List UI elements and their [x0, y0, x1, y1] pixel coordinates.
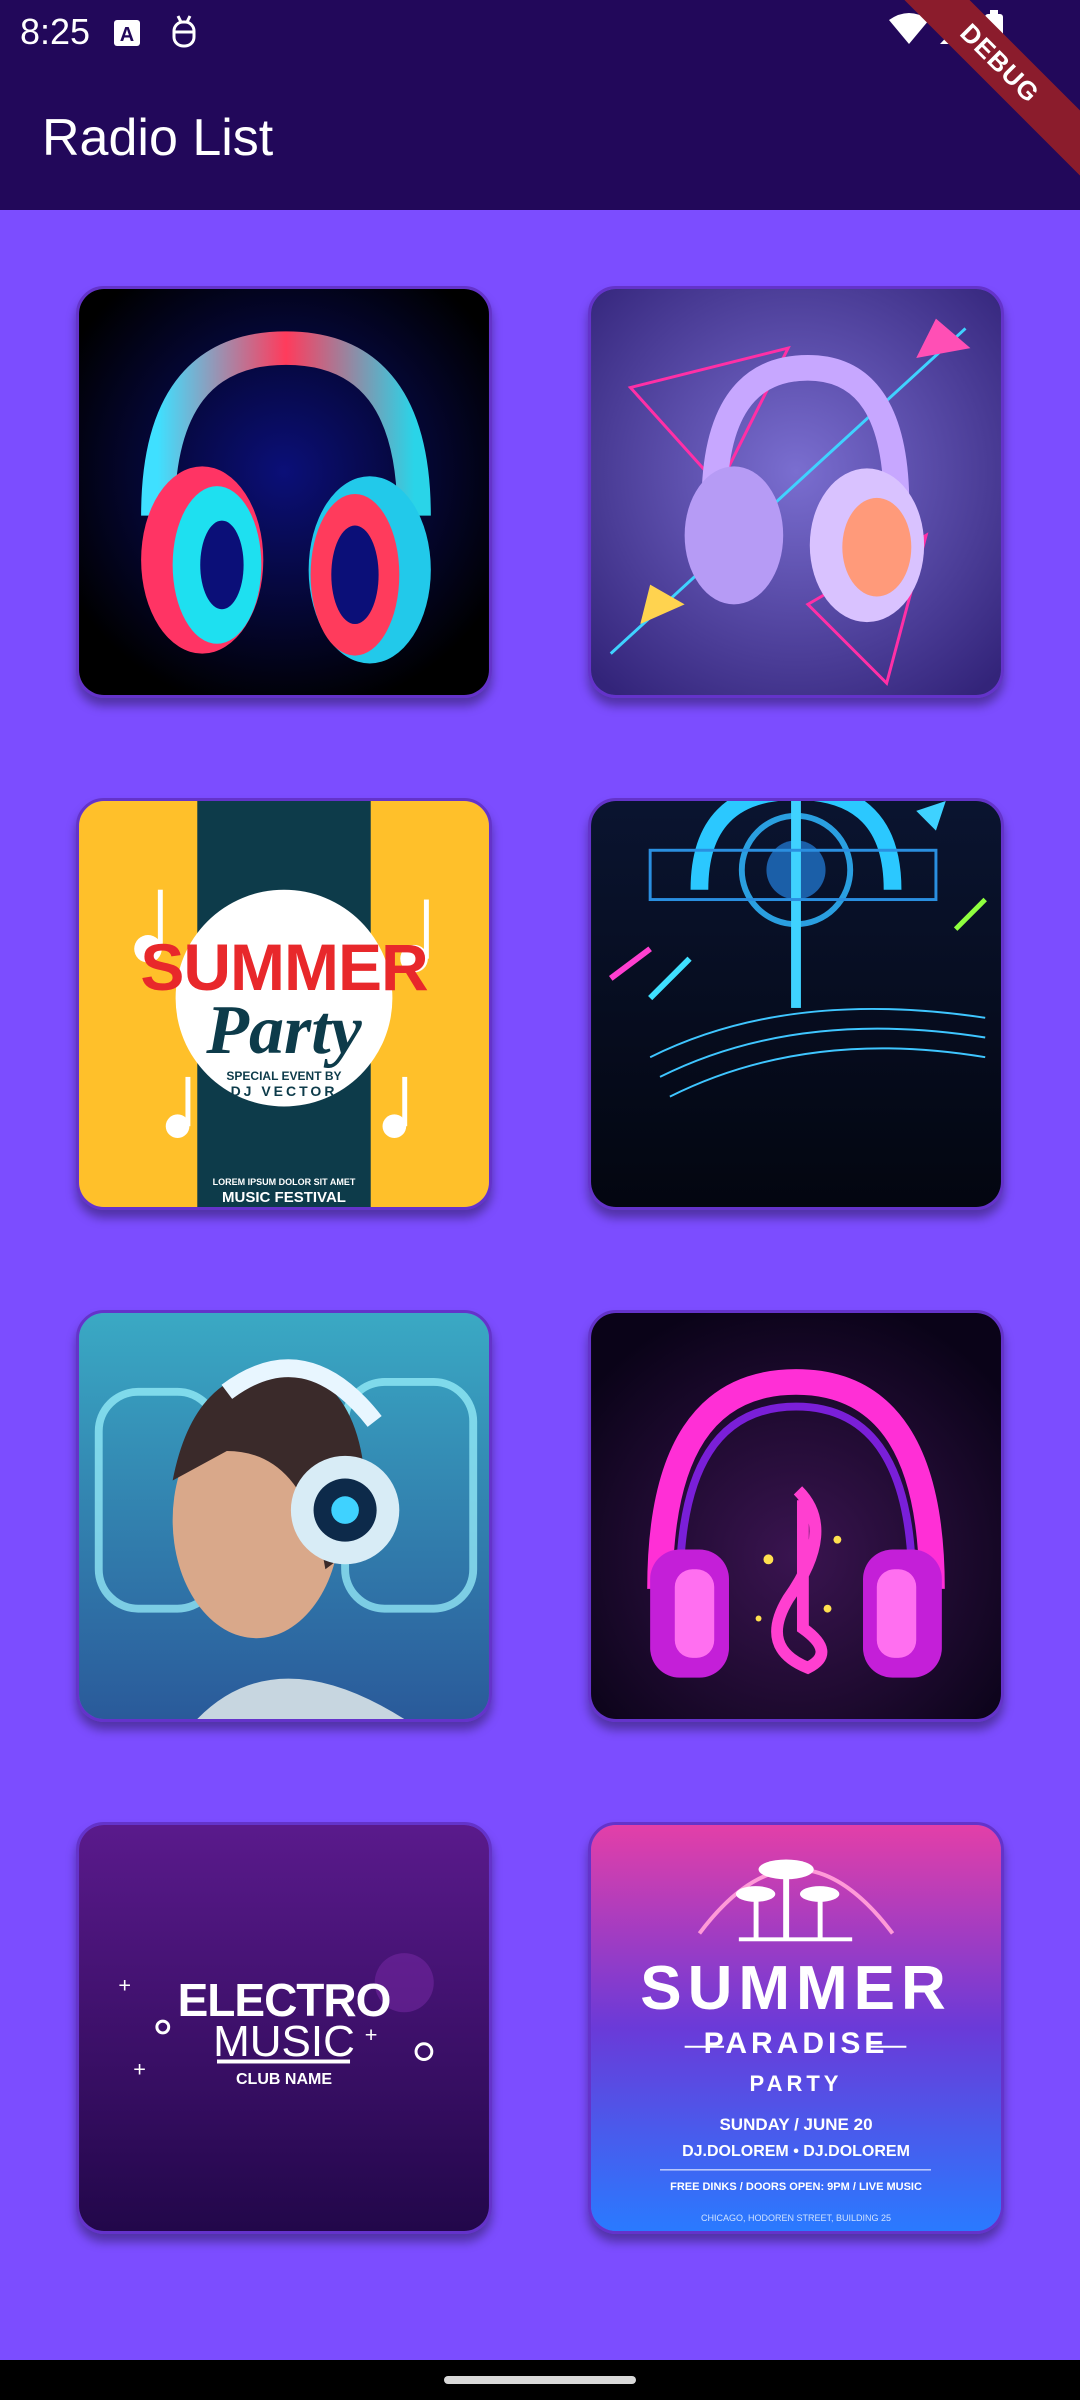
- paradise-info: FREE DINKS / DOORS OPEN: 9PM / LIVE MUSI…: [670, 2181, 922, 2193]
- electro-club-name: CLUB NAME: [236, 2071, 332, 2088]
- paradise-date: SUNDAY / JUNE 20: [719, 2115, 873, 2134]
- station-card-tech-headphones[interactable]: [588, 798, 1004, 1210]
- android-debug-icon: [168, 14, 200, 55]
- paradise-djs: DJ.DOLOREM • DJ.DOLOREM: [682, 2143, 910, 2160]
- summer-party-dj: DJ VECTOR: [230, 1083, 338, 1099]
- station-card-electro-music[interactable]: + + + ELECTRO MUSIC CLUB NAME: [76, 1822, 492, 2234]
- neon-headphones-image: [79, 289, 489, 695]
- tech-headphones-image: [591, 801, 1001, 1207]
- lilac-headphones-image: [591, 289, 1001, 695]
- svg-text:A: A: [120, 24, 134, 46]
- station-card-magenta-headphones[interactable]: [588, 1310, 1004, 1722]
- electro-subtitle: MUSIC: [213, 2017, 355, 2066]
- paradise-title: SUMMER: [640, 1954, 952, 2023]
- keyboard-icon: A: [112, 18, 142, 53]
- summer-party-event-by: SPECIAL EVENT BY: [226, 1069, 342, 1083]
- station-card-lilac-headphones[interactable]: [588, 286, 1004, 698]
- magenta-headphones-image: [591, 1313, 1001, 1719]
- summer-party-footer: MUSIC FESTIVAL: [222, 1189, 346, 1206]
- summer-party-lorem: LOREM IPSUM DOLOR SIT AMET: [212, 1177, 356, 1187]
- paradise-party: PARTY: [749, 2071, 843, 2096]
- station-card-woman-headphones[interactable]: [76, 1310, 492, 1722]
- station-card-neon-headphones[interactable]: [76, 286, 492, 698]
- home-gesture-handle[interactable]: [444, 2376, 636, 2384]
- page-title: Radio List: [42, 109, 274, 167]
- station-card-summer-paradise[interactable]: SUMMER PARADISE PARTY SUNDAY / JUNE 20 D…: [588, 1822, 1004, 2234]
- app-bar: Radio List: [0, 66, 1080, 210]
- status-time: 8:25: [20, 11, 91, 52]
- woman-headphones-image: [79, 1313, 489, 1719]
- summer-party-subtitle: Party: [206, 992, 362, 1069]
- system-nav-bar: [0, 2360, 1080, 2400]
- paradise-address: CHICAGO, HODOREN STREET, BUILDING 25: [700, 2213, 892, 2223]
- station-card-summer-party[interactable]: SUMMER Party SPECIAL EVENT BY DJ VECTOR …: [76, 798, 492, 1210]
- paradise-subtitle: PARADISE: [703, 2027, 889, 2060]
